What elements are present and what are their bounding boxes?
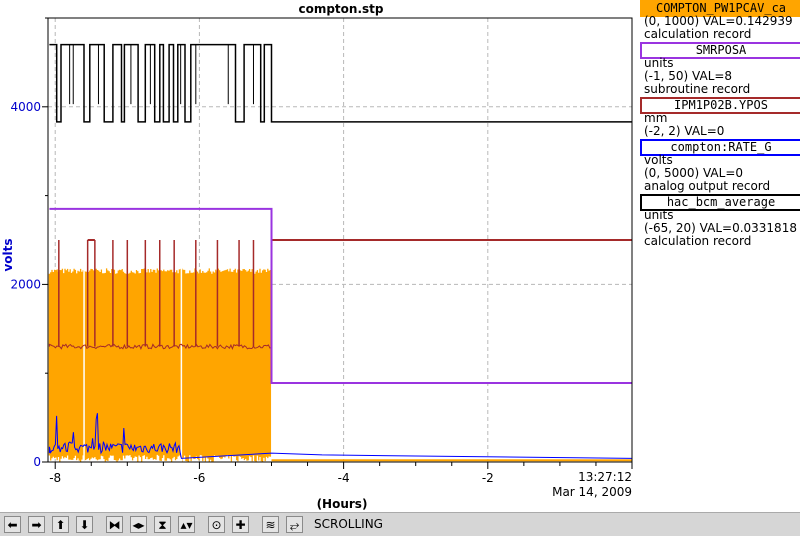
- end-time-label: 13:27:12: [578, 470, 632, 484]
- x-tick-label: -8: [49, 471, 61, 485]
- legend-detail: analog output record: [644, 179, 771, 193]
- legend-detail: (-2, 2) VAL=0: [644, 124, 725, 138]
- zoom-out-y-icon: ▴▾: [180, 517, 193, 532]
- chart-title: compton.stp: [298, 2, 383, 16]
- pan-right-button[interactable]: ➡: [28, 516, 45, 533]
- pan-left-button[interactable]: ⬅: [4, 516, 21, 533]
- arrow-right-icon: ➡: [31, 517, 42, 532]
- legend: COMPTON_PW1PCAV_ca (0, 1000) VAL=0.142939…: [638, 0, 800, 512]
- zoom-out-x-icon: ◂▸: [132, 517, 145, 532]
- toolbar: ⬅ ➡ ⬆ ⬇ ⧓ ◂▸ ⧗ ▴▾ ⊙ ✚ ≋ ⥂ SCROLLING: [0, 512, 800, 536]
- arrow-down-icon: ⬇: [79, 517, 90, 532]
- zoom-out-x-button[interactable]: ◂▸: [130, 516, 147, 533]
- zoom-in-y-button[interactable]: ⧗: [154, 516, 171, 533]
- strip-chart[interactable]: compton.stp -8 -6 -4 -2 0 2000 4000 volts (Hou…: [0, 0, 636, 512]
- unstagger-icon: ⥂: [289, 517, 300, 532]
- arrow-left-icon: ⬅: [7, 517, 18, 532]
- x-tick-label: -2: [482, 471, 494, 485]
- pan-up-button[interactable]: ⬆: [52, 516, 69, 533]
- legend-detail: calculation record: [644, 27, 752, 41]
- y-axis-label: volts: [1, 238, 15, 271]
- traces: [48, 43, 633, 462]
- autoscale-button[interactable]: ⊙: [208, 516, 225, 533]
- y-tick-label: 4000: [10, 100, 41, 114]
- legend-detail: subroutine record: [644, 82, 751, 96]
- zoom-out-y-button[interactable]: ▴▾: [178, 516, 195, 533]
- trace-hac-bcm-average: [49, 43, 632, 123]
- arrow-up-icon: ⬆: [55, 517, 66, 532]
- x-tick-label: -4: [338, 471, 350, 485]
- scrolling-status: SCROLLING: [314, 517, 383, 531]
- plus-icon: ✚: [235, 517, 246, 532]
- pan-down-button[interactable]: ⬇: [76, 516, 93, 533]
- y-tick-label: 0: [33, 455, 41, 469]
- legend-detail: calculation record: [644, 234, 752, 248]
- zoom-in-y-icon: ⧗: [158, 517, 167, 532]
- stagger-icon: ≋: [265, 517, 276, 532]
- stagger-button[interactable]: ≋: [262, 516, 279, 533]
- x-axis-label: (Hours): [317, 497, 368, 511]
- unstagger-button[interactable]: ⥂: [286, 516, 303, 533]
- trace-compton-pw1pcav: [48, 266, 632, 462]
- y-tick-label: 2000: [10, 277, 41, 291]
- zoom-in-x-icon: ⧓: [108, 517, 121, 532]
- circle-icon: ⊙: [211, 517, 222, 532]
- zoom-in-x-button[interactable]: ⧓: [106, 516, 123, 533]
- end-date-label: Mar 14, 2009: [552, 485, 632, 499]
- x-tick-label: -6: [193, 471, 205, 485]
- zoom-button[interactable]: ✚: [232, 516, 249, 533]
